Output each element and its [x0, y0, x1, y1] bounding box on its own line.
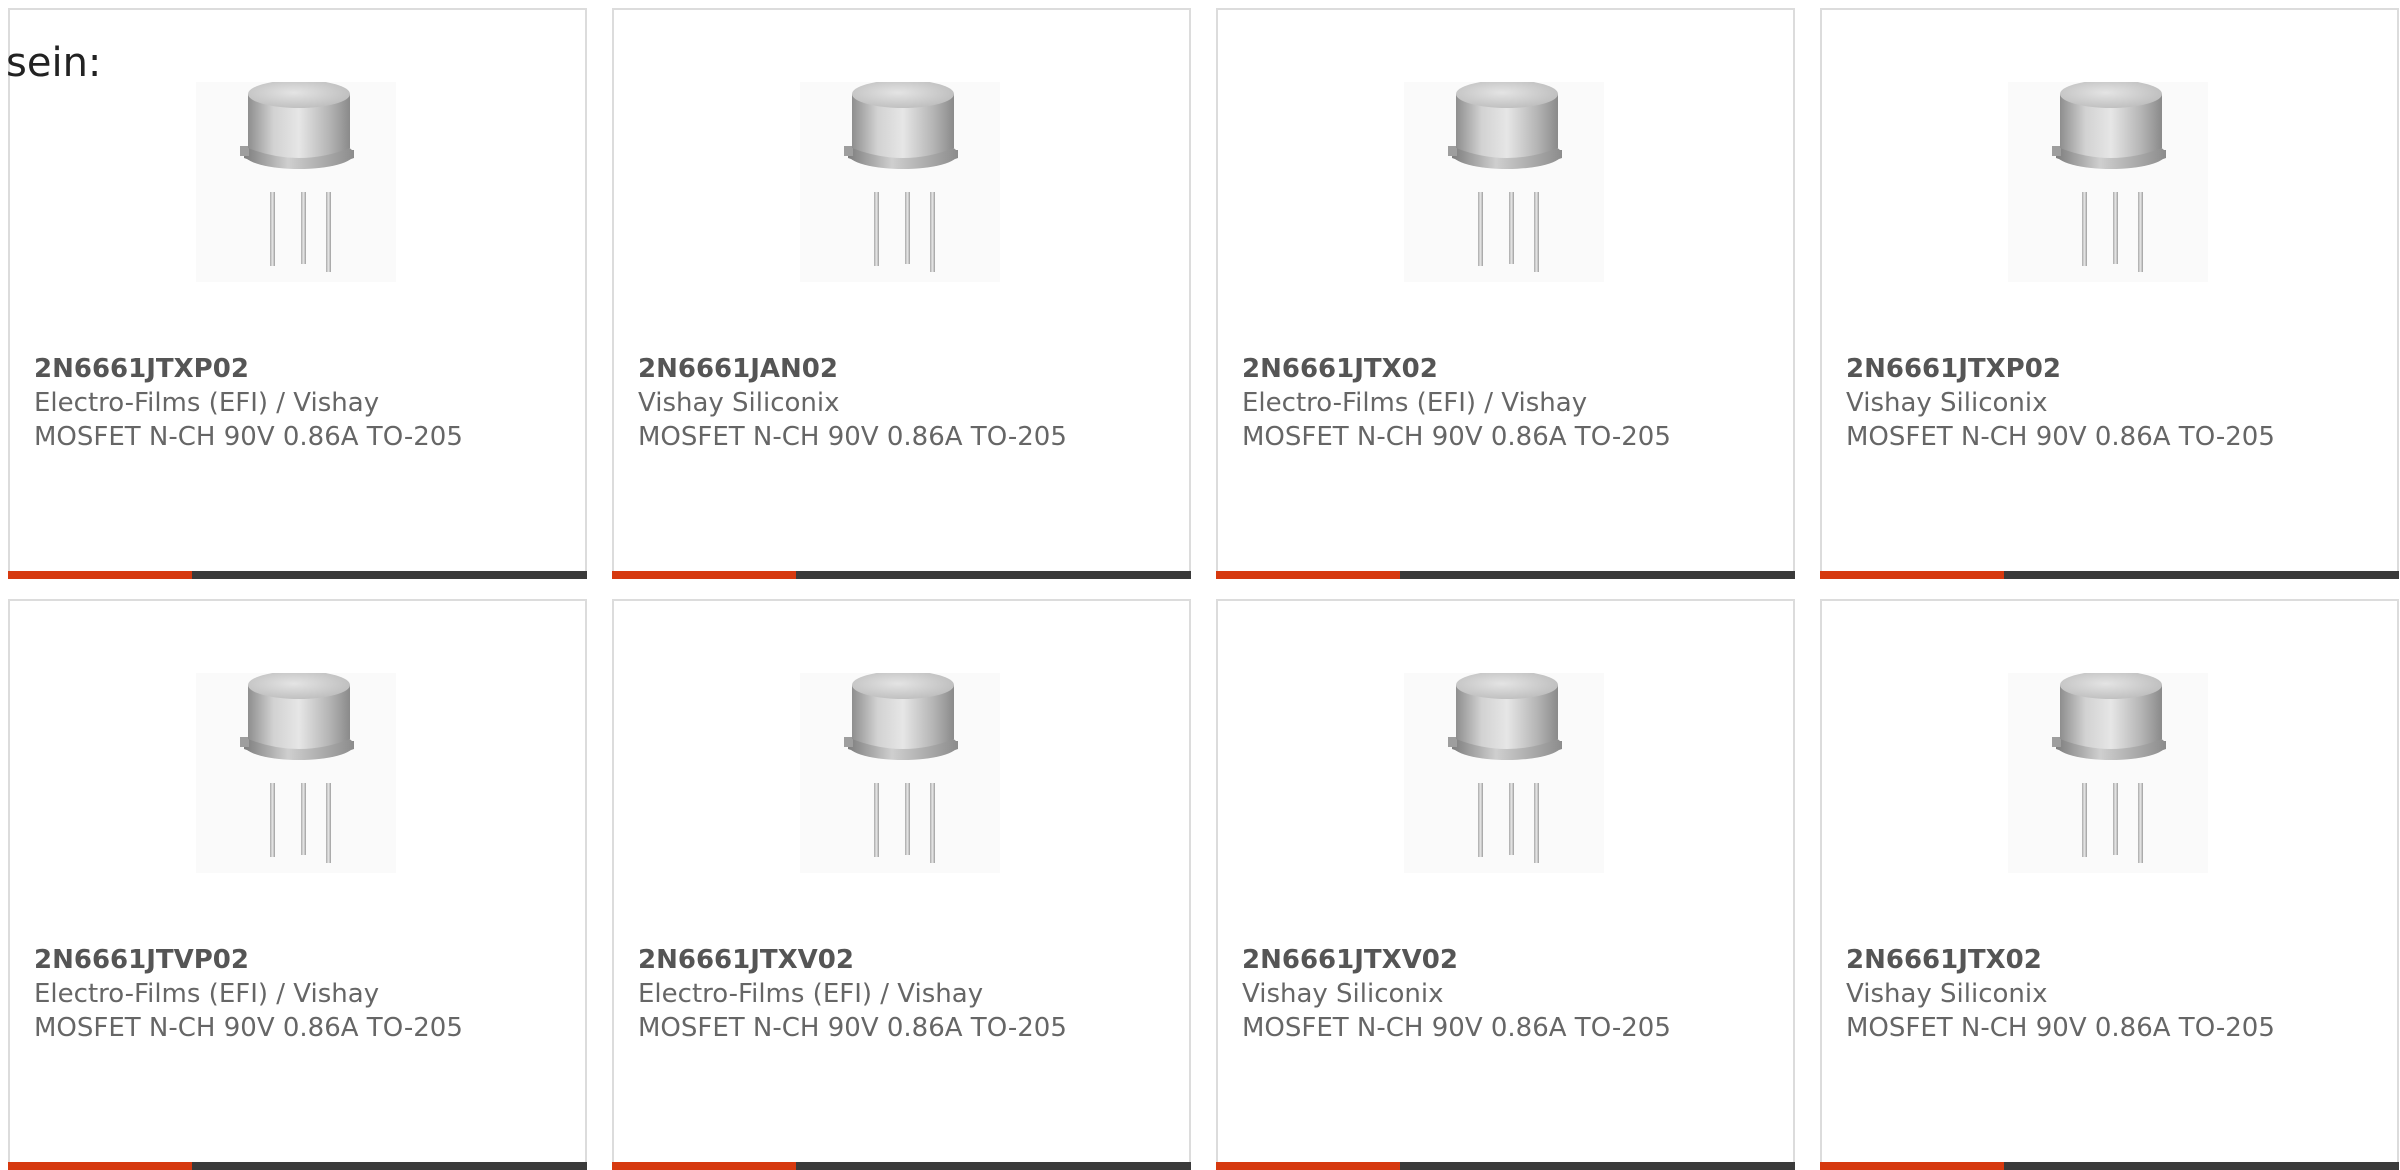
part-number[interactable]: 2N6661JTXP02 [34, 352, 574, 386]
part-number[interactable]: 2N6661JTXV02 [1242, 943, 1782, 977]
product-info: 2N6661JTX02 Vishay Siliconix MOSFET N-CH… [1846, 943, 2386, 1045]
product-info: 2N6661JTXP02 Electro-Films (EFI) / Visha… [34, 352, 574, 454]
part-number[interactable]: 2N6661JTX02 [1846, 943, 2386, 977]
part-number[interactable]: 2N6661JAN02 [638, 352, 1178, 386]
product-info: 2N6661JTXP02 Vishay Siliconix MOSFET N-C… [1846, 352, 2386, 454]
card-accent-bar [8, 571, 192, 579]
product-description: MOSFET N-CH 90V 0.86A TO-205 [638, 1013, 1067, 1043]
card-footer-bar [1216, 571, 1795, 579]
transistor-image[interactable] [1404, 673, 1604, 873]
product-card[interactable]: 2N6661JTXP02 Vishay Siliconix MOSFET N-C… [1820, 8, 2399, 579]
card-footer-bar [1216, 1162, 1795, 1170]
manufacturer: Vishay Siliconix [1846, 979, 2048, 1009]
product-info: 2N6661JTXV02 Electro-Films (EFI) / Visha… [638, 943, 1178, 1045]
transistor-image[interactable] [800, 82, 1000, 282]
product-description: MOSFET N-CH 90V 0.86A TO-205 [638, 422, 1067, 452]
product-description: MOSFET N-CH 90V 0.86A TO-205 [34, 422, 463, 452]
manufacturer: Electro-Films (EFI) / Vishay [34, 388, 380, 418]
product-card[interactable]: 2N6661JTX02 Vishay Siliconix MOSFET N-CH… [1820, 599, 2399, 1170]
card-footer-bar [612, 1162, 1191, 1170]
transistor-icon [240, 673, 354, 863]
product-description: MOSFET N-CH 90V 0.86A TO-205 [1242, 422, 1671, 452]
product-info: 2N6661JTXV02 Vishay Siliconix MOSFET N-C… [1242, 943, 1782, 1045]
card-footer-bar [612, 571, 1191, 579]
product-grid: 2N6661JTXP02 Electro-Films (EFI) / Visha… [8, 8, 2400, 1170]
transistor-image[interactable] [2008, 82, 2208, 282]
product-description: MOSFET N-CH 90V 0.86A TO-205 [1846, 1013, 2275, 1043]
manufacturer: Vishay Siliconix [1242, 979, 1444, 1009]
transistor-image[interactable] [196, 673, 396, 873]
transistor-icon [2052, 82, 2166, 272]
manufacturer: Electro-Films (EFI) / Vishay [1242, 388, 1588, 418]
part-number[interactable]: 2N6661JTXP02 [1846, 352, 2386, 386]
product-description: MOSFET N-CH 90V 0.86A TO-205 [1242, 1013, 1671, 1043]
transistor-image[interactable] [1404, 82, 1604, 282]
product-card[interactable]: 2N6661JAN02 Vishay Siliconix MOSFET N-CH… [612, 8, 1191, 579]
card-accent-bar [1820, 1162, 2004, 1170]
transistor-icon [844, 673, 958, 863]
card-accent-bar [612, 571, 796, 579]
card-footer-bar [8, 1162, 587, 1170]
manufacturer: Electro-Films (EFI) / Vishay [34, 979, 380, 1009]
transistor-icon [240, 82, 354, 272]
card-accent-bar [1820, 571, 2004, 579]
manufacturer: Electro-Films (EFI) / Vishay [638, 979, 984, 1009]
transistor-image[interactable] [196, 82, 396, 282]
part-number[interactable]: 2N6661JTX02 [1242, 352, 1782, 386]
product-info: 2N6661JAN02 Vishay Siliconix MOSFET N-CH… [638, 352, 1178, 454]
card-accent-bar [612, 1162, 796, 1170]
product-card[interactable]: 2N6661JTXV02 Electro-Films (EFI) / Visha… [612, 599, 1191, 1170]
card-accent-bar [8, 1162, 192, 1170]
part-number[interactable]: 2N6661JTVP02 [34, 943, 574, 977]
transistor-icon [2052, 673, 2166, 863]
transistor-image[interactable] [2008, 673, 2208, 873]
transistor-icon [1448, 673, 1562, 863]
transistor-image[interactable] [800, 673, 1000, 873]
product-card[interactable]: 2N6661JTVP02 Electro-Films (EFI) / Visha… [8, 599, 587, 1170]
intro-text: sein: [6, 40, 102, 86]
product-info: 2N6661JTVP02 Electro-Films (EFI) / Visha… [34, 943, 574, 1045]
manufacturer: Vishay Siliconix [1846, 388, 2048, 418]
manufacturer: Vishay Siliconix [638, 388, 840, 418]
product-description: MOSFET N-CH 90V 0.86A TO-205 [34, 1013, 463, 1043]
product-card[interactable]: 2N6661JTX02 Electro-Films (EFI) / Vishay… [1216, 8, 1795, 579]
card-footer-bar [1820, 1162, 2399, 1170]
product-card[interactable]: 2N6661JTXV02 Vishay Siliconix MOSFET N-C… [1216, 599, 1795, 1170]
card-accent-bar [1216, 571, 1400, 579]
product-info: 2N6661JTX02 Electro-Films (EFI) / Vishay… [1242, 352, 1782, 454]
transistor-icon [1448, 82, 1562, 272]
transistor-icon [844, 82, 958, 272]
card-footer-bar [8, 571, 587, 579]
card-footer-bar [1820, 571, 2399, 579]
product-card[interactable]: 2N6661JTXP02 Electro-Films (EFI) / Visha… [8, 8, 587, 579]
product-description: MOSFET N-CH 90V 0.86A TO-205 [1846, 422, 2275, 452]
card-accent-bar [1216, 1162, 1400, 1170]
part-number[interactable]: 2N6661JTXV02 [638, 943, 1178, 977]
